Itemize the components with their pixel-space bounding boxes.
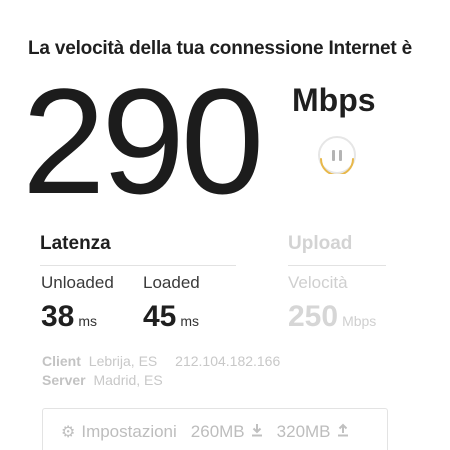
download-speed-value: 290 (22, 57, 264, 225)
upload-speed-unit: Mbps (342, 313, 377, 329)
upload-speed-value: 250 (288, 300, 339, 333)
unloaded-latency-unit: ms (78, 313, 98, 329)
download-icon (251, 422, 263, 442)
unloaded-latency-value: 38 (41, 300, 75, 333)
settings-label: Impostazioni (81, 422, 177, 441)
loaded-latency: 45 ms (143, 300, 199, 334)
server-info: Server Madrid, ES (42, 372, 163, 388)
upload-section: Upload (288, 233, 386, 266)
loaded-label: Loaded (143, 273, 200, 292)
upload-speed: 250 Mbps (288, 300, 376, 334)
download-speed-unit: Mbps (292, 82, 376, 118)
server-label: Server (42, 372, 86, 388)
pause-button[interactable] (318, 136, 356, 174)
upload-speed-label: Velocità (288, 273, 348, 292)
loaded-latency-value: 45 (143, 300, 177, 333)
client-ip: 212.104.182.166 (175, 353, 281, 369)
download-size: 260MB (190, 422, 245, 441)
latency-divider (40, 265, 236, 266)
unloaded-label: Unloaded (41, 273, 114, 292)
gear-icon: ⚙ (61, 424, 76, 441)
unloaded-latency: 38 ms (41, 300, 97, 334)
loaded-latency-unit: ms (180, 313, 200, 329)
client-info: Client Lebrija, ES 212.104.182.166 (42, 353, 280, 369)
upload-title: Upload (288, 233, 353, 254)
latency-title: Latenza (40, 233, 111, 254)
server-location: Madrid, ES (93, 372, 163, 388)
upload-size: 320MB (276, 422, 331, 441)
client-location: Lebrija, ES (88, 353, 158, 369)
upload-divider (288, 265, 386, 266)
speed-test-page: La velocità della tua connessione Intern… (0, 0, 450, 450)
settings-button[interactable]: ⚙ Impostazioni 260MB 320MB (42, 408, 388, 450)
client-label: Client (42, 353, 81, 369)
latency-section: Latenza (40, 233, 236, 266)
upload-icon (337, 422, 349, 442)
progress-ring (320, 158, 354, 174)
